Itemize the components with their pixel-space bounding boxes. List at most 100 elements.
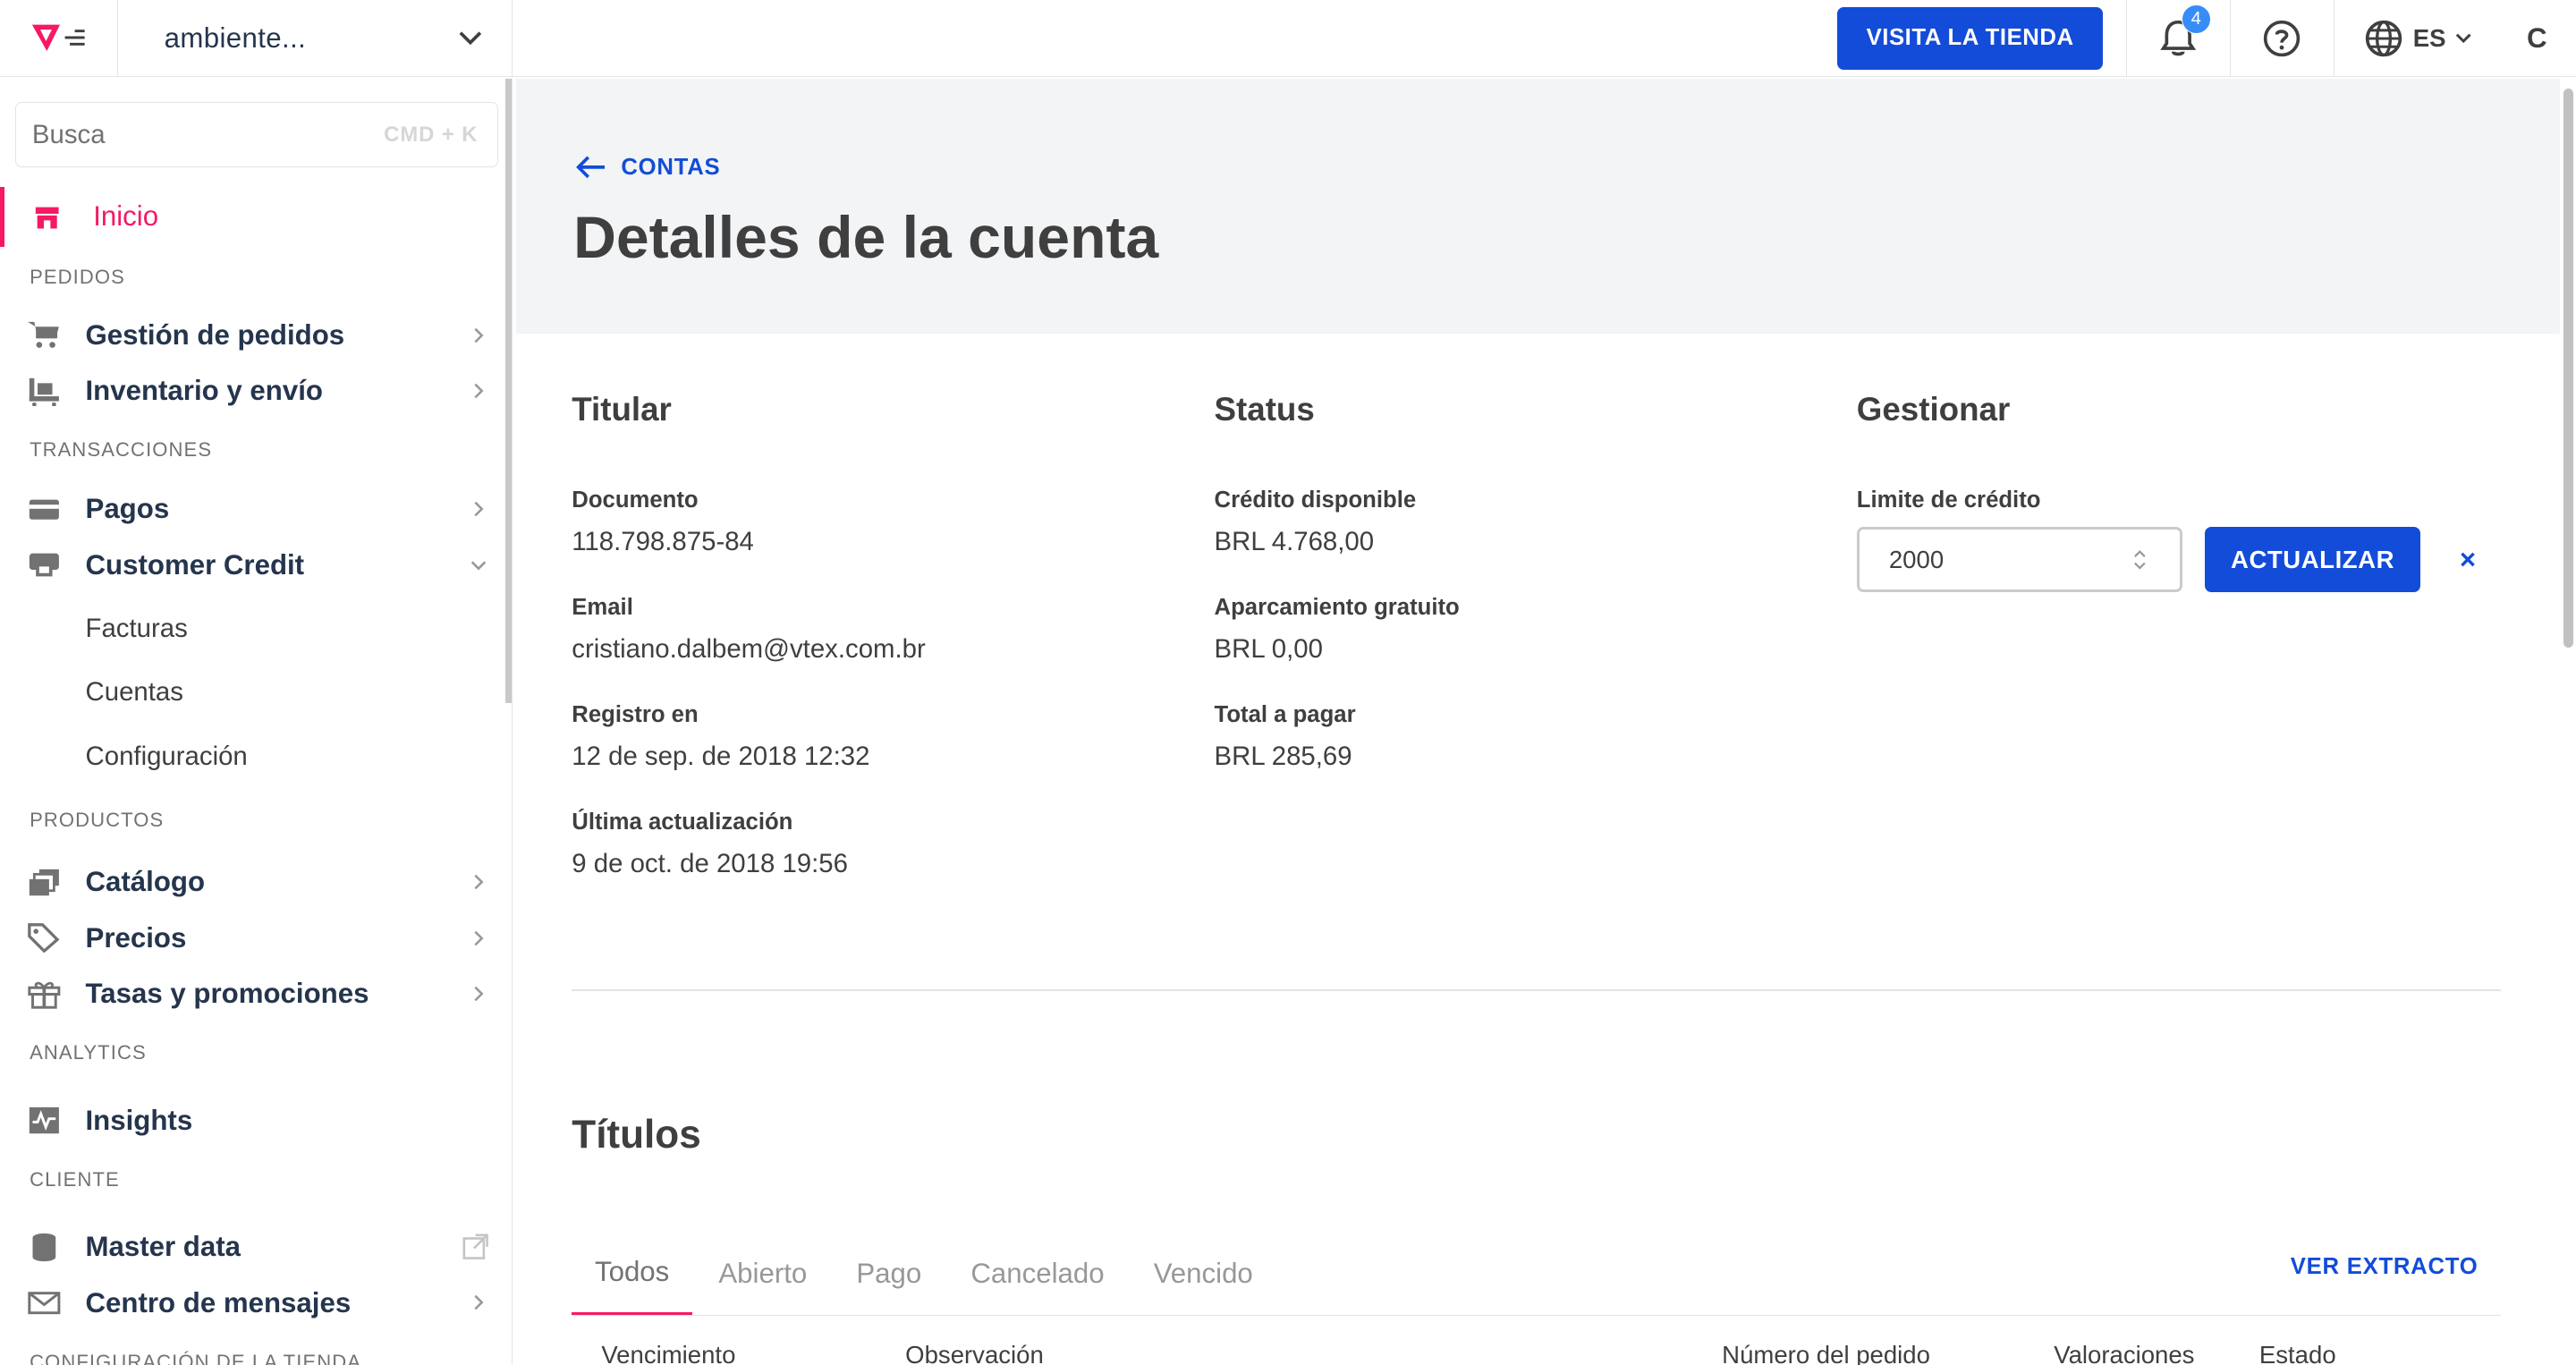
sidebar-item-master-data[interactable]: Master data <box>0 1219 512 1275</box>
sidebar-item-label: Tasas y promociones <box>85 978 369 1010</box>
account-name: ambiente... <box>164 21 307 54</box>
sidebar-item-payments[interactable]: Pagos <box>0 481 512 537</box>
sidebar-item-label: Centro de mensajes <box>85 1286 352 1318</box>
sidebar-item-inventory-shipping[interactable]: Inventario y envío <box>0 363 512 419</box>
available-credit-label: Crédito disponible <box>1214 488 1417 513</box>
sidebar-subitem-invoices[interactable]: Facturas <box>0 597 512 661</box>
arrow-left-icon <box>576 156 605 179</box>
top-bar: ambiente... VISITA LA TIENDA 4 ES C <box>0 0 2576 78</box>
sidebar-item-home[interactable]: Inicio <box>0 187 512 247</box>
column-header-observation[interactable]: Observación <box>905 1341 1044 1365</box>
sidebar-item-insights[interactable]: Insights <box>0 1092 512 1148</box>
notification-badge: 4 <box>2181 4 2211 35</box>
page-header: CONTAS Detalles de la cuenta <box>515 79 2561 334</box>
pulse-chart-icon <box>28 1104 61 1137</box>
number-stepper-icon[interactable] <box>2133 548 2147 572</box>
section-divider <box>572 988 2501 991</box>
manage-title: Gestionar <box>1856 391 2011 428</box>
sidebar-item-label: Master data <box>85 1231 242 1263</box>
back-link[interactable]: CONTAS <box>575 155 720 181</box>
sidebar-item-label: Pagos <box>85 493 170 525</box>
free-parking-value: BRL 0,00 <box>1214 633 1323 664</box>
available-credit-value: BRL 4.768,00 <box>1214 527 1375 557</box>
sidebar-subitem-accounts[interactable]: Cuentas <box>0 660 512 725</box>
sidebar-section-customer: CLIENTE <box>30 1167 120 1191</box>
sidebar-item-label: Precios <box>85 921 187 954</box>
chevron-down-icon <box>2456 33 2472 44</box>
sidebar-item-prices[interactable]: Precios <box>0 911 512 966</box>
chevron-right-icon <box>474 1295 484 1310</box>
credit-limit-value: 2000 <box>1888 545 1945 573</box>
tab-overdue[interactable]: Vencido <box>1131 1233 1276 1315</box>
sidebar-item-message-center[interactable]: Centro de mensajes <box>0 1275 512 1330</box>
sidebar-subitem-settings[interactable]: Configuración <box>0 725 512 789</box>
search-shortcut: CMD + K <box>384 122 479 147</box>
search-input[interactable]: Busca CMD + K <box>14 101 499 168</box>
sidebar-section-orders: PEDIDOS <box>30 266 125 289</box>
gift-icon <box>28 978 61 1011</box>
language-label: ES <box>2412 23 2446 52</box>
status-title: Status <box>1214 391 1315 428</box>
help-button[interactable] <box>2229 0 2334 77</box>
sidebar-item-customer-credit[interactable]: Customer Credit <box>0 538 512 593</box>
page-title: Detalles de la cuenta <box>573 204 1159 271</box>
registered-value: 12 de sep. de 2018 12:32 <box>572 741 870 771</box>
updated-value: 9 de oct. de 2018 19:56 <box>572 848 848 878</box>
total-due-label: Total a pagar <box>1214 702 1356 728</box>
sidebar-scrollbar[interactable] <box>504 79 513 704</box>
credit-limit-input[interactable]: 2000 <box>1856 527 2182 593</box>
sidebar-item-catalog[interactable]: Catálogo <box>0 854 512 910</box>
column-header-amounts[interactable]: Valoraciones <box>2054 1341 2194 1365</box>
document-label: Documento <box>572 488 699 513</box>
sidebar-item-promotions[interactable]: Tasas y promociones <box>0 966 512 1022</box>
view-statement-link[interactable]: VER EXTRACTO <box>2291 1254 2479 1280</box>
close-icon[interactable]: × <box>2460 544 2476 576</box>
tab-open[interactable]: Abierto <box>696 1233 830 1315</box>
sidebar-item-label: Inicio <box>93 200 159 233</box>
vtex-logo-icon <box>32 24 86 52</box>
update-button[interactable]: ACTUALIZAR <box>2205 527 2420 593</box>
column-header-order-number[interactable]: Número del pedido <box>1722 1341 1930 1365</box>
tab-paid[interactable]: Pago <box>834 1233 945 1315</box>
sidebar: Busca CMD + K Inicio PEDIDOS Gestión de … <box>0 79 513 1365</box>
cart-icon <box>28 318 61 352</box>
tab-cancelled[interactable]: Cancelado <box>948 1233 1128 1315</box>
column-header-status[interactable]: Estado <box>2259 1341 2336 1365</box>
titles-heading: Títulos <box>572 1112 701 1157</box>
holder-column: Titular Documento 118.798.875-84 Email c… <box>572 391 926 917</box>
credit-limit-row: 2000 ACTUALIZAR × <box>1856 527 2476 593</box>
external-link-icon <box>462 1234 488 1260</box>
language-selector[interactable]: ES <box>2333 0 2498 77</box>
chevron-right-icon <box>474 986 484 1002</box>
globe-icon <box>2365 20 2402 56</box>
main-scrollbar-thumb[interactable] <box>2563 89 2573 648</box>
main-scrollbar[interactable] <box>2560 79 2576 1365</box>
credit-card-icon <box>28 493 61 526</box>
notifications-button[interactable]: 4 <box>2126 0 2230 77</box>
total-due-value: BRL 285,69 <box>1214 741 1352 771</box>
help-icon <box>2263 20 2301 56</box>
free-parking-label: Aparcamiento gratuito <box>1214 595 1460 621</box>
sidebar-item-order-management[interactable]: Gestión de pedidos <box>0 307 512 362</box>
titles-tabs: Todos Abierto Pago Cancelado Vencido <box>572 1233 1275 1315</box>
store-icon <box>35 207 59 229</box>
tag-icon <box>28 921 61 954</box>
tab-all[interactable]: Todos <box>572 1233 692 1315</box>
sidebar-section-store-settings: CONFIGURACIÓN DE LA TIENDA <box>30 1350 362 1365</box>
tabs-divider <box>572 1314 2501 1317</box>
credit-limit-label: Limite de crédito <box>1856 488 2041 513</box>
sidebar-section-products: PRODUCTOS <box>30 808 165 831</box>
visit-store-button[interactable]: VISITA LA TIENDA <box>1836 6 2104 70</box>
catalog-icon <box>28 866 61 899</box>
chevron-right-icon <box>474 383 484 399</box>
column-header-due-date[interactable]: Vencimiento <box>601 1341 735 1365</box>
holder-title: Titular <box>572 391 672 428</box>
manage-column: Gestionar Limite de crédito 2000 ACTUALI… <box>1856 391 2476 593</box>
chevron-right-icon <box>474 930 484 946</box>
email-value: cristiano.dalbem@vtex.com.br <box>572 633 926 664</box>
sidebar-item-label: Insights <box>85 1104 193 1136</box>
vtex-logo[interactable] <box>0 0 119 77</box>
account-selector[interactable]: ambiente... <box>118 0 513 77</box>
sidebar-section-transactions: TRANSACCIONES <box>30 438 213 462</box>
user-avatar[interactable]: C <box>2497 0 2576 77</box>
